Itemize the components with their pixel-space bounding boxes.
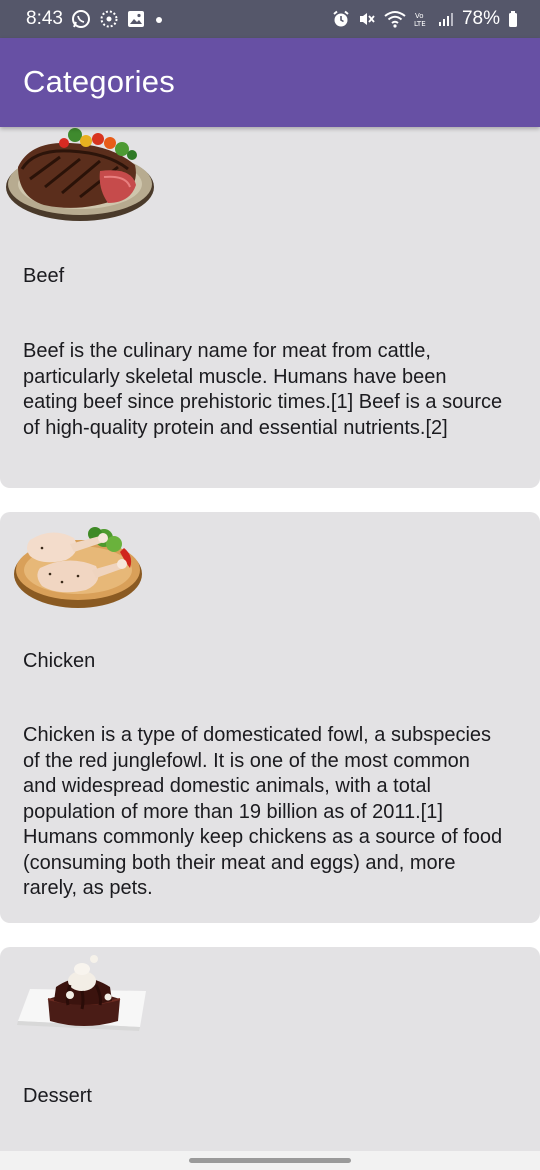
category-list[interactable]: Beef Beef is the culinary name for meat … xyxy=(0,127,540,1151)
battery-percent: 78% xyxy=(461,8,500,29)
notification-dot-icon xyxy=(153,13,165,25)
brownie-dessert-image xyxy=(0,947,160,1047)
battery-icon xyxy=(508,10,518,28)
svg-text:Vo: Vo xyxy=(415,12,424,20)
gallery-icon xyxy=(127,10,145,28)
category-card-dessert[interactable]: Dessert xyxy=(0,947,540,1151)
app-bar: Categories xyxy=(0,38,540,127)
gesture-nav-bar xyxy=(0,1151,540,1170)
category-title: Beef xyxy=(23,265,65,287)
category-title: Chicken xyxy=(23,650,96,672)
wifi-icon xyxy=(384,10,406,28)
whatsapp-icon xyxy=(71,9,91,29)
category-card-beef[interactable]: Beef Beef is the culinary name for meat … xyxy=(0,127,540,488)
alarm-icon xyxy=(332,10,350,28)
svg-text:LTE: LTE xyxy=(414,20,426,28)
category-card-chicken[interactable]: Chicken Chicken is a type of domesticate… xyxy=(0,512,540,923)
settings-dots-icon xyxy=(99,9,119,29)
status-bar-right: Vo LTE 78% xyxy=(332,8,518,30)
clock: 8:43 xyxy=(26,8,63,29)
category-title: Dessert xyxy=(23,1085,92,1107)
signal-icon xyxy=(438,11,454,27)
home-gesture-handle[interactable] xyxy=(189,1158,351,1163)
status-bar: 8:43 Vo LTE 78% xyxy=(0,0,540,38)
volte-icon: Vo LTE xyxy=(414,10,430,28)
chicken-legs-image xyxy=(0,512,160,612)
status-bar-left: 8:43 xyxy=(26,8,165,30)
steak-plate-image xyxy=(0,127,160,227)
page-title: Categories xyxy=(23,64,175,99)
mute-icon xyxy=(358,10,376,28)
category-description: Beef is the culinary name for meat from … xyxy=(23,340,503,439)
category-description: Chicken is a type of domesticated fowl, … xyxy=(23,724,503,899)
